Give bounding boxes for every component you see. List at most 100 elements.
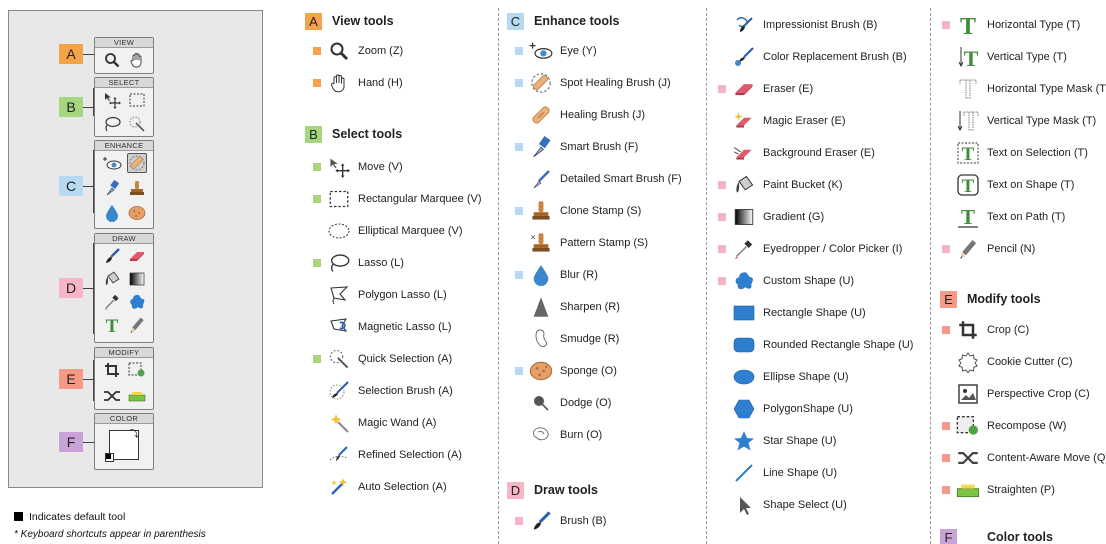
section-draw-tools: D Draw tools [507, 480, 598, 500]
tool-label: Spot Healing Brush (J) [560, 77, 671, 89]
vertical-type-mask-icon [956, 109, 980, 133]
gradient-icon[interactable] [127, 269, 147, 289]
default-tool-marker [515, 207, 523, 215]
tool-item: Polygon Lasso (L) [313, 282, 447, 308]
move-icon[interactable] [102, 90, 122, 110]
section-modify-tools: E Modify tools [940, 289, 1041, 309]
sponge-icon[interactable] [127, 203, 147, 223]
clone-stamp-icon[interactable] [127, 178, 147, 198]
lasso-icon [327, 251, 351, 275]
default-tool-marker [313, 483, 321, 491]
tool-item: Smart Brush (F) [515, 134, 638, 160]
tool-label: Eye (Y) [560, 45, 597, 57]
toolbox-panel-color: COLOR ⤵ [94, 413, 154, 470]
zoom-icon[interactable] [102, 50, 122, 70]
smart-brush-icon [529, 135, 553, 159]
eyedropper-icon[interactable] [102, 292, 122, 312]
selection-brush-icon [327, 379, 351, 403]
default-tool-marker [942, 486, 950, 494]
clone-stamp-icon [529, 199, 553, 223]
default-tool-marker [515, 239, 523, 247]
tool-label: Move (V) [358, 161, 403, 173]
panel-heading: VIEW [95, 38, 153, 48]
eye-icon [529, 39, 553, 63]
tool-label: Magic Eraser (E) [763, 115, 846, 127]
rect-marquee-icon[interactable] [127, 90, 147, 110]
default-tool-marker [718, 341, 726, 349]
tool-item: T Vertical Type (T) [942, 44, 1067, 70]
gradient-icon [732, 205, 756, 229]
tool-label: Healing Brush (J) [560, 109, 645, 121]
default-tool-marker [313, 419, 321, 427]
panel-heading: COLOR [95, 414, 153, 424]
toolbox-letter-b: B [59, 97, 83, 117]
section-color-tools: F Color tools [940, 527, 1053, 544]
tool-item: T Horizontal Type (T) [942, 12, 1080, 38]
impressionist-brush-icon [732, 13, 756, 37]
color-swatches[interactable]: ⤵ [95, 424, 153, 470]
tool-item: Vertical Type Mask (T) [942, 108, 1096, 134]
recompose-icon[interactable] [127, 360, 147, 380]
smudge-icon [529, 327, 553, 351]
polygon-lasso-icon [327, 283, 351, 307]
tool-label: Pattern Stamp (S) [560, 237, 649, 249]
default-tool-marker [718, 245, 726, 253]
tool-item: PolygonShape (U) [718, 396, 853, 422]
default-tool-marker [942, 85, 950, 93]
content-aware-move-icon[interactable] [102, 386, 122, 406]
paint-bucket-icon[interactable] [102, 269, 122, 289]
custom-shape-icon[interactable] [127, 292, 147, 312]
tool-label: Text on Shape (T) [987, 179, 1075, 191]
tool-item: Impressionist Brush (B) [718, 12, 877, 38]
perspective-crop-icon [956, 382, 980, 406]
swap-colors-icon[interactable]: ⤵ [130, 427, 139, 440]
tool-label: Brush (B) [560, 515, 607, 527]
eyedropper-icon [732, 237, 756, 261]
tool-label: Rectangular Marquee (V) [358, 193, 482, 205]
blur-icon[interactable] [102, 203, 122, 223]
tool-label: Quick Selection (A) [358, 353, 453, 365]
lasso-icon[interactable] [102, 114, 122, 134]
spot-healing-icon[interactable] [126, 153, 147, 173]
connector-b-h [83, 107, 94, 108]
panel-heading: SELECT [95, 78, 153, 88]
brush-icon[interactable] [102, 246, 122, 266]
tool-item: Rounded Rectangle Shape (U) [718, 332, 913, 358]
default-tool-marker [515, 431, 523, 439]
svg-text:T: T [105, 316, 118, 334]
toolbox-panel-enhance: ENHANCE [94, 140, 154, 229]
crop-icon[interactable] [102, 360, 122, 380]
sharpen-icon [529, 295, 553, 319]
note-text: Indicates default tool [29, 511, 126, 523]
hand-icon [327, 71, 351, 95]
section-letter: C [507, 12, 524, 30]
hand-icon[interactable] [127, 50, 147, 70]
quick-selection-icon[interactable] [127, 114, 147, 134]
svg-text:T: T [961, 205, 975, 229]
smart-brush-icon[interactable] [102, 178, 122, 198]
tool-item: Blur (R) [515, 262, 598, 288]
panel-heading: MODIFY [95, 348, 153, 358]
straighten-icon[interactable] [127, 386, 147, 406]
toolbox-letter-e: E [59, 369, 83, 389]
tool-item: Perspective Crop (C) [942, 381, 1090, 407]
toolbox-letter-d: D [59, 278, 83, 298]
tool-item: Horizontal Type Mask (T) [942, 76, 1106, 102]
tool-item: Elliptical Marquee (V) [313, 218, 463, 244]
tool-item: Quick Selection (A) [313, 346, 452, 372]
default-colors-icon[interactable] [105, 453, 114, 462]
tool-item: Paint Bucket (K) [718, 172, 842, 198]
sponge-icon [529, 359, 553, 383]
brush-icon [529, 509, 553, 533]
pencil-icon [956, 237, 980, 261]
horizontal-type-icon[interactable]: T [102, 315, 122, 335]
pencil-icon[interactable] [127, 315, 147, 335]
tool-label: Color Replacement Brush (B) [763, 51, 907, 63]
eye-icon[interactable] [102, 153, 122, 173]
tool-item: Move (V) [313, 154, 403, 180]
zoom-icon [327, 39, 351, 63]
eraser-icon[interactable] [127, 246, 147, 266]
default-tool-marker [515, 79, 523, 87]
tool-item: Clone Stamp (S) [515, 198, 641, 224]
tool-label: Horizontal Type (T) [987, 19, 1081, 31]
